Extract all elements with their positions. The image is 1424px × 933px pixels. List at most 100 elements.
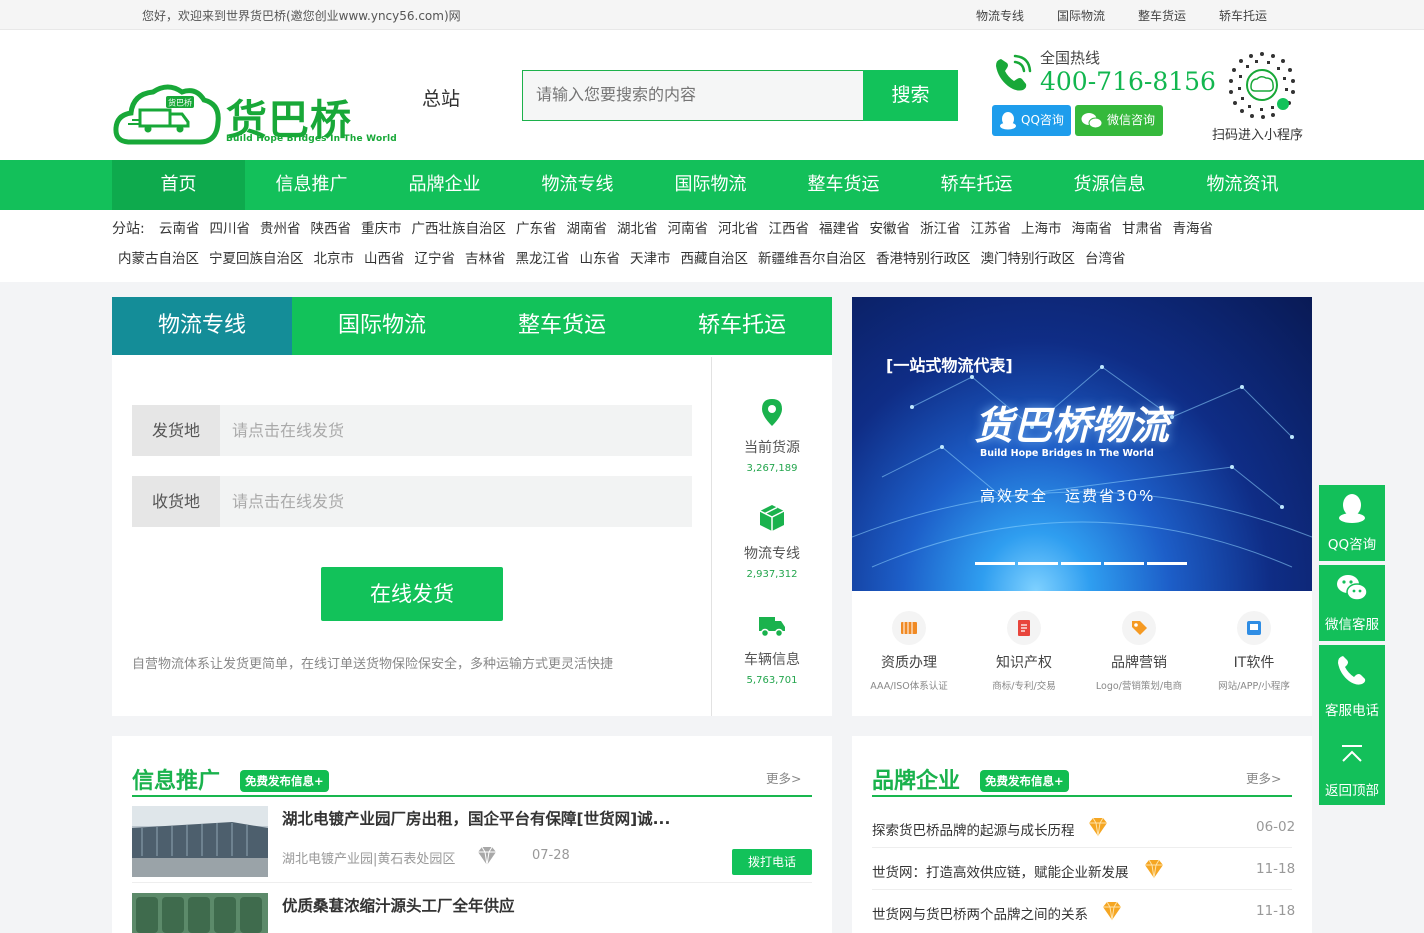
branch-link[interactable]: 台湾省 xyxy=(1085,247,1126,267)
nav-info-promotion[interactable]: 信息推广 xyxy=(245,160,378,210)
branch-link[interactable]: 上海市 xyxy=(1021,217,1062,237)
branch-link[interactable]: 天津市 xyxy=(630,247,671,267)
mini-program-qr-icon[interactable] xyxy=(1227,50,1297,120)
branch-link[interactable]: 云南省 xyxy=(159,217,200,237)
welcome-text: 您好，欢迎来到世界货巴桥(邀您创业www.yncy56.com)网 xyxy=(142,9,461,23)
hotline-number[interactable]: 400-716-8156 xyxy=(1040,67,1216,96)
station-name[interactable]: 总站 xyxy=(422,84,460,111)
branch-link[interactable]: 黑龙江省 xyxy=(516,247,570,267)
branch-link[interactable]: 河北省 xyxy=(718,217,759,237)
branch-link[interactable]: 四川省 xyxy=(210,217,251,237)
side-wechat-service[interactable]: 微信客服 xyxy=(1319,565,1385,641)
hero-banner[interactable]: [一站式物流代表] 货巴桥物流 Build Hope Bridges In Th… xyxy=(852,297,1312,591)
qq-penguin-icon xyxy=(1339,494,1365,523)
package-box-icon xyxy=(759,505,785,531)
info-item-title-2[interactable]: 优质桑葚浓缩汁源头工厂全年供应 xyxy=(282,894,515,916)
branch-link[interactable]: 福建省 xyxy=(819,217,860,237)
top-link-logistics-line[interactable]: 物流专线 xyxy=(976,7,1024,24)
nav-home[interactable]: 首页 xyxy=(112,160,245,210)
destination-field[interactable]: 请点击在线发货 xyxy=(220,476,692,527)
nav-logistics-line[interactable]: 物流专线 xyxy=(511,160,644,210)
service-label-branding[interactable]: 品牌营销 xyxy=(1074,652,1204,672)
branch-link[interactable]: 安徽省 xyxy=(870,217,911,237)
side-qq-label: QQ咨询 xyxy=(1327,537,1377,553)
nav-car-shipping[interactable]: 轿车托运 xyxy=(910,160,1043,210)
online-ship-button[interactable]: 在线发货 xyxy=(321,567,503,621)
wechat-consult-button[interactable]: 微信咨询 xyxy=(1075,105,1163,136)
brand-item-2[interactable]: 世货网：打造高效供应链，赋能企业新发展 xyxy=(872,861,1129,881)
origin-label: 发货地 xyxy=(132,405,220,456)
branch-link[interactable]: 浙江省 xyxy=(920,217,961,237)
carousel-dot-1[interactable] xyxy=(975,562,1015,565)
tab-logistics-line[interactable]: 物流专线 xyxy=(112,297,292,355)
top-link-international[interactable]: 国际物流 xyxy=(1057,7,1105,24)
brand-item-1[interactable]: 探索货巴桥品牌的起源与成长历程 xyxy=(872,819,1075,839)
nav-brand-enterprise[interactable]: 品牌企业 xyxy=(378,160,511,210)
factory-building-image[interactable] xyxy=(132,806,268,877)
branch-link[interactable]: 山西省 xyxy=(364,247,405,267)
brand-row-separator xyxy=(872,847,1292,848)
service-label-ip[interactable]: 知识产权 xyxy=(959,652,1089,672)
tab-international[interactable]: 国际物流 xyxy=(292,297,472,355)
carousel-dot-4[interactable] xyxy=(1104,562,1144,565)
side-qq-consult[interactable]: QQ咨询 xyxy=(1319,485,1385,561)
branch-row-2: 内蒙古自治区 宁夏回族自治区 北京市 山西省 辽宁省 吉林省 黑龙江省 山东省 天津市 西藏自治区… xyxy=(118,247,1126,267)
info-item-title[interactable]: 湖北电镀产业园厂房出租，国企平台有保障[世货网]诚... xyxy=(282,807,670,829)
main-nav: 首页 信息推广 品牌企业 物流专线 国际物流 整车货运 轿车托运 货源信息 物流… xyxy=(0,160,1424,210)
qq-consult-button[interactable]: QQ咨询 xyxy=(992,105,1071,136)
branch-link[interactable]: 新疆维吾尔自治区 xyxy=(758,247,866,267)
branch-link[interactable]: 山东省 xyxy=(580,247,621,267)
nav-full-truck[interactable]: 整车货运 xyxy=(777,160,910,210)
carousel-dot-3[interactable] xyxy=(1061,562,1101,565)
branch-link[interactable]: 青海省 xyxy=(1173,217,1214,237)
brand-item-3[interactable]: 世货网与货巴桥两个品牌之间的关系 xyxy=(872,903,1088,923)
barrels-image[interactable] xyxy=(132,893,268,933)
certificate-icon xyxy=(892,611,926,645)
side-back-to-top[interactable]: 返回顶部 xyxy=(1319,725,1385,805)
branch-link[interactable]: 江苏省 xyxy=(971,217,1012,237)
info-more-link[interactable]: 更多> xyxy=(766,768,801,787)
origin-field[interactable]: 请点击在线发货 xyxy=(220,405,692,456)
branch-link[interactable]: 贵州省 xyxy=(260,217,301,237)
branch-link[interactable]: 湖北省 xyxy=(617,217,658,237)
branch-link[interactable]: 宁夏回族自治区 xyxy=(209,247,304,267)
nav-logistics-news[interactable]: 物流资讯 xyxy=(1176,160,1309,210)
branch-link[interactable]: 西藏自治区 xyxy=(681,247,749,267)
service-label-qualification[interactable]: 资质办理 xyxy=(844,652,974,672)
top-link-car-shipping[interactable]: 轿车托运 xyxy=(1219,7,1267,24)
brand-title-underline xyxy=(872,795,1292,797)
carousel-dot-5[interactable] xyxy=(1147,562,1187,565)
top-link-full-truck[interactable]: 整车货运 xyxy=(1138,7,1186,24)
branch-link[interactable]: 河南省 xyxy=(668,217,709,237)
branch-link[interactable]: 重庆市 xyxy=(361,217,402,237)
search-input[interactable] xyxy=(522,70,864,121)
branch-link[interactable]: 海南省 xyxy=(1072,217,1113,237)
brand-more-link[interactable]: 更多> xyxy=(1246,768,1281,787)
nav-cargo-source[interactable]: 货源信息 xyxy=(1043,160,1176,210)
branch-link[interactable]: 香港特别行政区 xyxy=(876,247,971,267)
branch-link[interactable]: 吉林省 xyxy=(465,247,506,267)
branch-link[interactable]: 甘肃省 xyxy=(1122,217,1163,237)
service-label-it[interactable]: IT软件 xyxy=(1189,652,1319,672)
tab-full-truck[interactable]: 整车货运 xyxy=(472,297,652,355)
tab-car-shipping[interactable]: 轿车托运 xyxy=(652,297,832,355)
branch-link[interactable]: 广西壮族自治区 xyxy=(412,217,507,237)
branch-link[interactable]: 江西省 xyxy=(769,217,810,237)
branch-link[interactable]: 辽宁省 xyxy=(415,247,456,267)
logo-badge-text: 货巴桥 xyxy=(168,98,192,108)
call-phone-button[interactable]: 拨打电话 xyxy=(732,849,812,875)
shipping-tabs: 物流专线 国际物流 整车货运 轿车托运 xyxy=(112,297,832,355)
search-button[interactable]: 搜索 xyxy=(863,70,958,121)
carousel-dot-2[interactable] xyxy=(1018,562,1058,565)
info-free-publish-badge[interactable]: 免费发布信息+ xyxy=(240,770,329,792)
branch-link[interactable]: 北京市 xyxy=(314,247,355,267)
nav-international[interactable]: 国际物流 xyxy=(644,160,777,210)
site-logo[interactable]: 货巴桥 货巴桥 Build Hope Bridges In The World xyxy=(112,80,397,150)
branch-link[interactable]: 陕西省 xyxy=(311,217,352,237)
brand-free-publish-badge[interactable]: 免费发布信息+ xyxy=(980,770,1069,792)
branch-link[interactable]: 广东省 xyxy=(516,217,557,237)
branch-link[interactable]: 澳门特别行政区 xyxy=(981,247,1076,267)
branch-link[interactable]: 内蒙古自治区 xyxy=(118,247,199,267)
branch-link[interactable]: 湖南省 xyxy=(567,217,608,237)
side-service-phone[interactable]: 客服电话 xyxy=(1319,645,1385,725)
